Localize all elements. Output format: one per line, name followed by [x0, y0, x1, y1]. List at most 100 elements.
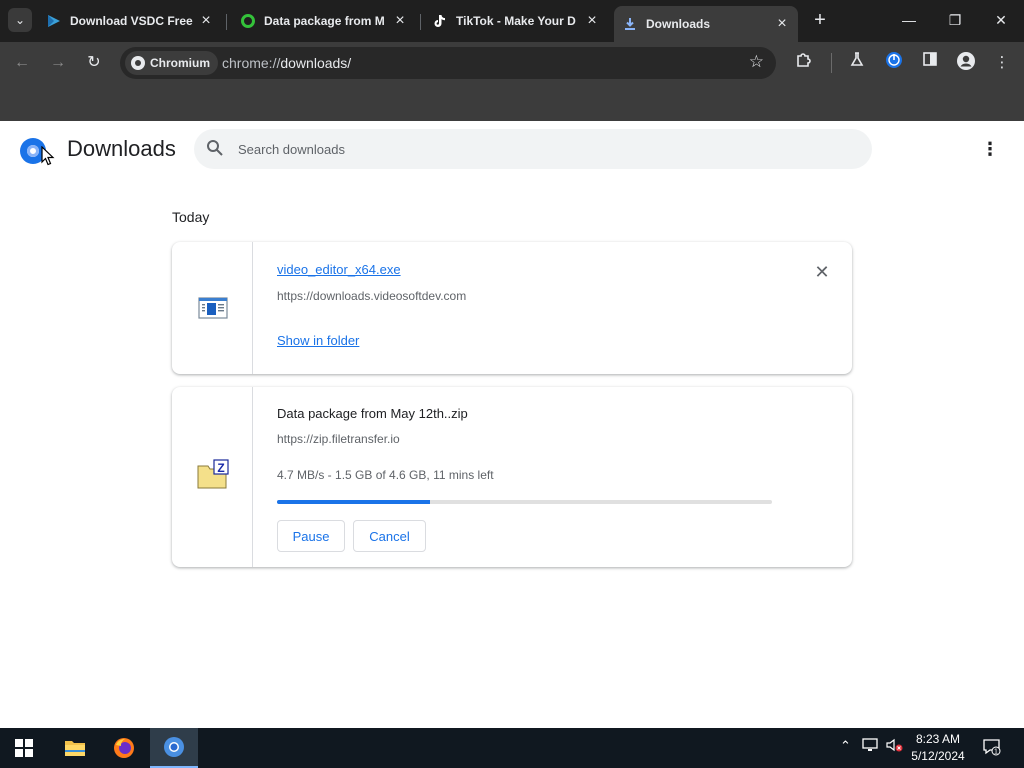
reload-button[interactable]: ↻: [82, 51, 106, 75]
download-progress-bar: [277, 500, 772, 504]
download-source-url[interactable]: https://downloads.videosoftdev.com: [277, 289, 466, 303]
show-hidden-icons-chevron-icon[interactable]: ⌃: [840, 738, 851, 754]
close-icon: ✕: [814, 262, 830, 282]
forward-button[interactable]: →: [46, 51, 70, 75]
close-icon[interactable]: ×: [392, 12, 408, 30]
vsdc-icon: [46, 13, 62, 29]
download-icon: [622, 16, 638, 32]
side-panel-icon: [922, 52, 938, 71]
restore-icon: ❐: [948, 12, 962, 28]
url-scheme: chrome://: [222, 55, 281, 71]
firefox-icon: [114, 738, 134, 758]
side-panel-button[interactable]: [918, 51, 942, 75]
url-path: downloads/: [280, 55, 352, 71]
download-filename-link[interactable]: video_editor_x64.exe: [277, 262, 401, 277]
back-button[interactable]: ←: [10, 51, 34, 75]
new-tab-button[interactable]: +: [810, 8, 830, 32]
show-in-folder-link[interactable]: Show in folder: [277, 333, 359, 348]
windows-start-icon: [15, 739, 33, 757]
download-item: Z Data package from May 12th..zip https:…: [172, 387, 852, 567]
close-window-button[interactable]: ✕: [989, 8, 1013, 32]
tab-title: Data package from M: [264, 14, 385, 28]
search-box[interactable]: [194, 129, 872, 169]
download-progress-fill: [277, 500, 431, 504]
downloads-page: Downloads ⋮ Today: [0, 121, 1024, 728]
flask-icon: [849, 52, 865, 71]
tab-title: Downloads: [646, 17, 711, 31]
svg-text:1: 1: [994, 749, 998, 756]
file-icon-column: [172, 242, 253, 374]
chevron-down-icon: ⌄: [14, 13, 26, 27]
url-text[interactable]: chrome://downloads/: [222, 55, 351, 71]
close-icon[interactable]: ×: [774, 15, 790, 33]
address-bar[interactable]: Chromium chrome://downloads/ ☆: [120, 47, 776, 79]
arrow-left-icon: ←: [14, 54, 30, 71]
more-actions-button[interactable]: ⋮: [978, 137, 1002, 161]
remove-download-button[interactable]: ✕: [814, 262, 830, 282]
mouse-cursor-icon: [41, 146, 55, 166]
tab-data-package[interactable]: Data package from M ×: [232, 6, 416, 36]
notifications-icon[interactable]: 1: [983, 738, 1001, 759]
cancel-button[interactable]: Cancel: [353, 520, 426, 552]
taskbar-firefox[interactable]: [100, 728, 148, 768]
zip-file-icon: Z: [197, 459, 229, 489]
extension-power-button[interactable]: [882, 51, 906, 75]
site-chip-label: Chromium: [150, 56, 210, 70]
download-filename: Data package from May 12th..zip: [277, 406, 468, 421]
tab-title: Download VSDC Free: [70, 14, 193, 28]
search-icon: [206, 139, 224, 157]
page-title: Downloads: [67, 136, 176, 161]
close-icon[interactable]: ×: [198, 12, 214, 30]
kebab-menu-icon: ⋮: [994, 54, 1010, 71]
close-icon[interactable]: ×: [584, 12, 600, 30]
puzzle-icon: [795, 53, 813, 73]
tab-title: TikTok - Make Your D: [456, 14, 576, 28]
download-item: video_editor_x64.exe https://downloads.v…: [172, 242, 852, 374]
tab-search-button[interactable]: ⌄: [8, 8, 32, 32]
tab-separator: [420, 14, 421, 30]
green-ring-icon: [240, 13, 256, 29]
tab-strip: ⌄ Download VSDC Free × Data package from…: [0, 0, 1024, 42]
tab-vsdc[interactable]: Download VSDC Free ×: [38, 6, 222, 36]
browser-toolbar: ← → ↻ Chromium chrome://downloads/ ☆ ⋮: [0, 42, 1024, 84]
profile-button[interactable]: [954, 51, 978, 75]
avatar-icon: [956, 52, 976, 75]
kebab-menu-icon: ⋮: [981, 139, 999, 159]
minimize-button[interactable]: —: [897, 8, 921, 32]
windows-taskbar: ⌃ 8:23 AM 5/12/2024 1: [0, 728, 1024, 768]
file-icon-column: Z: [172, 387, 253, 567]
close-icon: ✕: [995, 12, 1007, 28]
extensions-button[interactable]: [792, 51, 816, 75]
bookmarks-bar: [0, 84, 1024, 121]
site-info-chip[interactable]: Chromium: [125, 51, 218, 75]
date-section-label: Today: [172, 209, 210, 225]
power-icon: [885, 52, 903, 73]
svg-text:Z: Z: [217, 461, 224, 475]
search-input[interactable]: [238, 129, 838, 169]
taskbar-chromium[interactable]: [150, 728, 198, 768]
download-source-url[interactable]: https://zip.filetransfer.io: [277, 432, 400, 446]
network-icon[interactable]: [862, 738, 878, 755]
taskbar-file-explorer[interactable]: [51, 728, 99, 768]
tab-downloads[interactable]: Downloads ×: [614, 6, 798, 42]
arrow-right-icon: →: [50, 54, 66, 71]
labs-button[interactable]: [845, 51, 869, 75]
minimize-icon: —: [902, 12, 916, 28]
tiktok-icon: [432, 13, 448, 29]
restore-button[interactable]: ❐: [943, 8, 967, 32]
file-explorer-icon: [65, 741, 85, 756]
browser-menu-button[interactable]: ⋮: [990, 51, 1014, 75]
chromium-icon: [164, 737, 184, 757]
pause-button[interactable]: Pause: [277, 520, 345, 552]
start-button[interactable]: [0, 728, 48, 768]
tab-tiktok[interactable]: TikTok - Make Your D ×: [424, 6, 608, 36]
downloads-header: Downloads ⋮: [0, 121, 1024, 177]
bookmark-star-icon[interactable]: ☆: [749, 52, 764, 72]
clock-date[interactable]: 5/12/2024: [898, 749, 978, 763]
chromium-icon: [131, 56, 145, 70]
exe-file-icon: [198, 297, 228, 319]
tab-separator: [226, 14, 227, 30]
clock-time[interactable]: 8:23 AM: [898, 732, 978, 746]
toolbar-divider: [831, 53, 832, 73]
download-progress-status: 4.7 MB/s - 1.5 GB of 4.6 GB, 11 mins lef…: [277, 468, 494, 482]
